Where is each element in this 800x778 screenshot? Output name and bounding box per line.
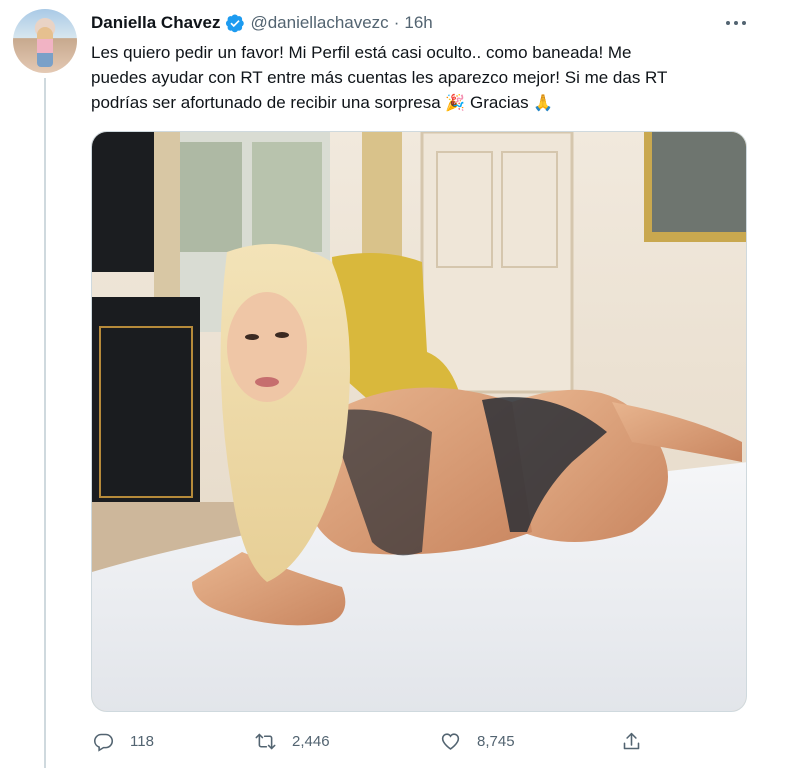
retweet-button[interactable]: 2,446 (255, 731, 330, 752)
like-count: 8,745 (477, 733, 515, 750)
tweet-line-3: podrías ser afortunado de recibir una so… (91, 90, 751, 115)
tweet-line-1: Les quiero pedir un favor! Mi Perfil est… (91, 43, 632, 62)
tweet-actions: 118 2,446 8,745 (91, 731, 651, 755)
retweet-count: 2,446 (292, 733, 330, 750)
verified-badge-icon (225, 13, 245, 33)
share-button[interactable] (621, 731, 642, 752)
tweet-line-3-text: podrías ser afortunado de recibir una so… (91, 93, 446, 112)
tweet-text: Les quiero pedir un favor! Mi Perfil est… (91, 40, 751, 115)
tweet-line-2: puedes ayudar con RT entre más cuentas l… (91, 68, 668, 87)
share-icon (623, 732, 640, 750)
author-name[interactable]: Daniella Chavez (91, 13, 220, 33)
reply-count: 118 (130, 733, 154, 750)
folded-hands-icon: 🙏 (533, 93, 554, 112)
retweet-icon (255, 733, 276, 750)
tweet-line-3-text2: Gracias (465, 93, 534, 112)
photo-image (92, 132, 746, 711)
tweet[interactable]: Daniella Chavez @daniellachavezc · 16h L… (0, 0, 800, 778)
tweet-photo[interactable] (91, 131, 747, 712)
like-icon (441, 733, 460, 750)
reply-icon (93, 733, 114, 752)
tweet-header: Daniella Chavez @daniellachavezc · 16h (91, 12, 433, 34)
reply-button[interactable]: 118 (93, 731, 154, 752)
author-handle[interactable]: @daniellachavezc (250, 13, 388, 33)
separator: · (393, 13, 400, 32)
timestamp[interactable]: 16h (404, 13, 432, 33)
more-icon[interactable] (724, 14, 748, 32)
like-button[interactable]: 8,745 (440, 731, 515, 752)
party-popper-icon: 🎉 (445, 93, 466, 112)
avatar[interactable] (13, 9, 77, 73)
thread-line (44, 78, 46, 768)
